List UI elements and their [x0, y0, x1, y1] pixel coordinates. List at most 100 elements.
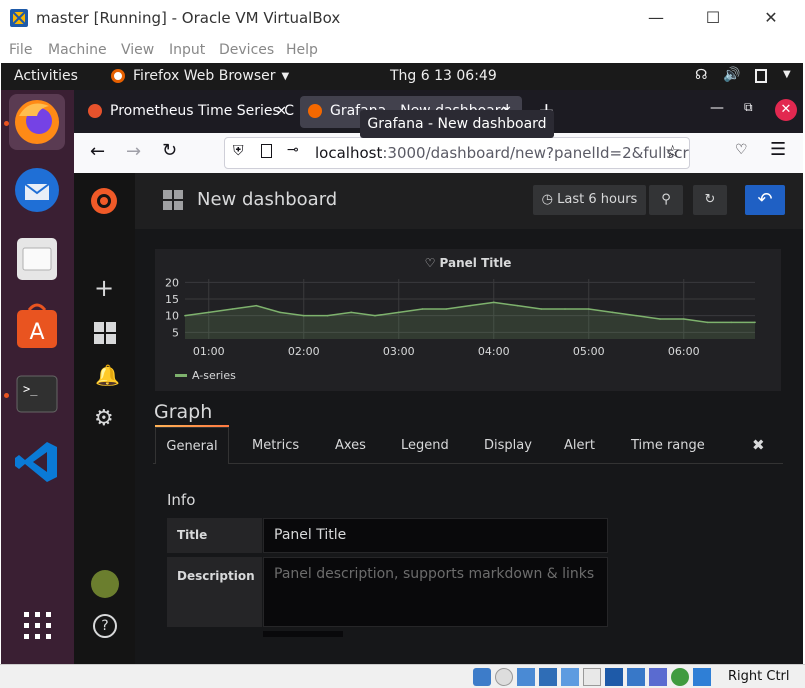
- tab-display[interactable]: Display: [484, 427, 532, 464]
- title-input[interactable]: Panel Title: [263, 518, 608, 553]
- usb-icon[interactable]: [561, 668, 579, 686]
- activities-button[interactable]: Activities: [14, 68, 78, 84]
- shared-folder-icon[interactable]: [583, 668, 601, 686]
- running-indicator: [4, 121, 9, 126]
- data-point: [659, 318, 661, 320]
- data-point: [231, 308, 234, 310]
- dock-files[interactable]: [9, 230, 65, 286]
- url-bar[interactable]: ⛨ ⊸ localhost:3000/dashboard/new?panelId…: [224, 137, 690, 169]
- back-icon[interactable]: ←: [90, 141, 105, 162]
- alerting-bell-icon[interactable]: 🔔: [95, 363, 120, 387]
- editor-tabs: General Metrics Axes Legend Display Aler…: [153, 427, 783, 464]
- dock-software[interactable]: A: [9, 298, 65, 354]
- time-range-label: Last 6 hours: [557, 192, 638, 207]
- close-icon[interactable]: ✕: [757, 6, 785, 30]
- key-icon[interactable]: ⊸: [287, 142, 299, 158]
- menu-input[interactable]: Input: [169, 42, 205, 58]
- data-point: [421, 308, 424, 310]
- menu-help[interactable]: Help: [286, 42, 318, 58]
- tab-time-range[interactable]: Time range: [631, 427, 705, 464]
- configuration-gear-icon[interactable]: ⚙: [94, 406, 114, 431]
- tab-general[interactable]: General: [155, 427, 229, 464]
- clock[interactable]: Thg 6 13 06:49: [390, 68, 497, 84]
- firefox-window: Prometheus Time Series C ✕ Grafana - New…: [74, 90, 803, 664]
- ff-restore-icon[interactable]: ⧉: [744, 100, 753, 115]
- show-applications-icon[interactable]: [22, 610, 54, 642]
- menu-view[interactable]: View: [121, 42, 154, 58]
- bookmark-star-icon[interactable]: ☆: [665, 142, 680, 162]
- url-text: localhost:3000/dashboard/new?panelId=2&f…: [315, 144, 689, 162]
- add-icon[interactable]: +: [94, 276, 114, 300]
- ff-close-icon[interactable]: ✕: [775, 99, 797, 121]
- video-capture-icon[interactable]: [627, 668, 645, 686]
- data-point: [635, 314, 638, 317]
- data-point: [516, 304, 519, 307]
- tab-legend[interactable]: Legend: [401, 427, 449, 464]
- maximize-icon[interactable]: ☐: [699, 6, 727, 30]
- data-point: [445, 308, 448, 310]
- description-label: Description: [167, 557, 262, 627]
- close-editor-icon[interactable]: ✖: [752, 436, 765, 454]
- firefox-icon: [15, 100, 59, 144]
- battery-icon[interactable]: [755, 69, 767, 83]
- app-menu[interactable]: Firefox Web Browser ▼: [111, 68, 289, 84]
- dock-thunderbird[interactable]: [9, 162, 65, 218]
- dock-vscode[interactable]: [9, 434, 65, 490]
- dashboards-icon[interactable]: [94, 322, 116, 344]
- shield-icon[interactable]: ⛨: [233, 143, 244, 159]
- menu-devices[interactable]: Devices: [219, 42, 274, 58]
- data-point: [469, 304, 471, 307]
- time-picker-button[interactable]: ◷ Last 6 hours: [533, 185, 646, 215]
- tab-metrics[interactable]: Metrics: [252, 427, 299, 464]
- keyboard-capture-icon[interactable]: [693, 668, 711, 686]
- legend-label: A-series: [192, 369, 236, 382]
- mouse-integration-icon[interactable]: [671, 668, 689, 686]
- optical-drive-icon[interactable]: [495, 668, 513, 686]
- tab-close-icon[interactable]: ✕: [276, 104, 287, 119]
- data-point: [207, 311, 210, 314]
- x-tick-label: 01:00: [193, 345, 225, 358]
- audio-icon[interactable]: [517, 668, 535, 686]
- refresh-icon[interactable]: ↻: [693, 185, 727, 215]
- tab-label: Prometheus Time Series C: [110, 103, 295, 119]
- vbox-window-title: master [Running] - Oracle VM VirtualBox: [36, 9, 341, 27]
- dock-firefox[interactable]: [9, 94, 65, 150]
- legend-swatch: [175, 374, 187, 377]
- ff-minimize-icon[interactable]: —: [710, 100, 724, 116]
- panel-header[interactable]: ♡ Panel Title: [155, 256, 781, 270]
- vtx-icon[interactable]: [649, 668, 667, 686]
- dashboard-grid-icon: [163, 190, 183, 210]
- harddisk-icon[interactable]: [473, 668, 491, 686]
- system-menu-chevron-icon[interactable]: ▼: [783, 69, 791, 80]
- vbox-device-icons: [473, 668, 711, 686]
- menu-machine[interactable]: Machine: [48, 42, 107, 58]
- pocket-icon[interactable]: ♡: [735, 142, 748, 158]
- forward-icon[interactable]: →: [126, 141, 141, 162]
- y-tick-label: 10: [165, 310, 179, 323]
- volume-icon[interactable]: 🔊: [723, 67, 740, 83]
- avatar[interactable]: [91, 570, 119, 598]
- network-icon[interactable]: ☊: [695, 67, 707, 83]
- y-tick-label: 20: [165, 276, 179, 289]
- menu-file[interactable]: File: [9, 42, 32, 58]
- description-textarea[interactable]: Panel description, supports markdown & l…: [263, 557, 608, 627]
- reload-icon[interactable]: ↻: [162, 140, 177, 161]
- hamburger-menu-icon[interactable]: ☰: [770, 139, 786, 160]
- help-icon[interactable]: ?: [93, 614, 117, 638]
- gnome-top-bar: Activities Firefox Web Browser ▼ Thg 6 1…: [1, 63, 803, 90]
- data-point: [326, 314, 329, 317]
- back-to-dashboard-icon[interactable]: ↶: [745, 185, 785, 215]
- tab-prometheus[interactable]: Prometheus Time Series C: [80, 96, 295, 128]
- vscode-icon: [15, 442, 57, 482]
- network-adapter-icon[interactable]: [539, 668, 557, 686]
- dashboard-title[interactable]: New dashboard: [197, 189, 337, 210]
- tab-alert[interactable]: Alert: [564, 427, 595, 464]
- legend[interactable]: A-series: [175, 369, 236, 382]
- zoom-out-icon[interactable]: ⚲: [649, 185, 683, 215]
- x-tick-label: 06:00: [668, 345, 700, 358]
- grafana-logo-icon[interactable]: [88, 185, 120, 217]
- minimize-icon[interactable]: —: [642, 6, 670, 30]
- display-icon[interactable]: [605, 668, 623, 686]
- dock-terminal[interactable]: >_: [9, 366, 65, 422]
- tab-axes[interactable]: Axes: [335, 427, 366, 464]
